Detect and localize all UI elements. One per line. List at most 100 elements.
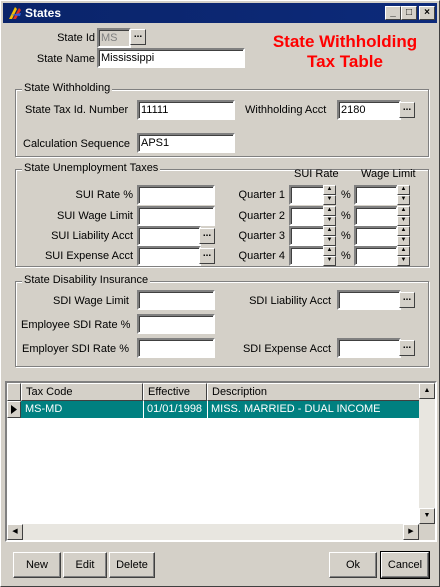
- spin-up-icon[interactable]: ▲: [397, 246, 410, 256]
- sdi-expense-acct-label: SDI Expense Acct: [242, 343, 331, 355]
- sdi-liability-acct-field[interactable]: [337, 290, 401, 310]
- sui-expense-acct-field[interactable]: [137, 246, 201, 266]
- state-unemployment-title: State Unemployment Taxes: [22, 162, 161, 174]
- maximize-button[interactable]: □: [401, 6, 417, 20]
- sui-wage-limit-label: SUI Wage Limit: [56, 210, 133, 222]
- sui-wage-limit-field[interactable]: [137, 206, 215, 226]
- quarter-3-rate-field[interactable]: [289, 226, 325, 246]
- row-pointer-icon: [11, 405, 17, 414]
- quarter-4-wage-limit-field[interactable]: [354, 246, 398, 266]
- sdi-liability-acct-label: SDI Liability Acct: [249, 295, 331, 307]
- withholding-acct-label: Withholding Acct: [245, 104, 327, 116]
- quarter-3-wage-spinner[interactable]: ▲ ▼: [397, 226, 410, 246]
- spin-up-icon[interactable]: ▲: [323, 185, 336, 195]
- spin-down-icon[interactable]: ▼: [397, 216, 410, 226]
- cancel-button[interactable]: Cancel: [380, 551, 430, 579]
- table-row[interactable]: MS-MD 01/01/1998 MISS. MARRIED - DUAL IN…: [21, 401, 425, 418]
- delete-button[interactable]: Delete: [109, 552, 155, 578]
- cell-effective: 01/01/1998: [147, 403, 203, 415]
- scroll-left-icon[interactable]: ◀: [7, 524, 23, 540]
- sui-liability-acct-field[interactable]: [137, 226, 201, 246]
- spin-down-icon[interactable]: ▼: [323, 195, 336, 205]
- quarter-3-wage-limit-field[interactable]: [354, 226, 398, 246]
- state-disability-title: State Disability Insurance: [22, 274, 151, 286]
- sui-expense-lookup-button[interactable]: ...: [199, 248, 215, 264]
- spin-down-icon[interactable]: ▼: [323, 236, 336, 246]
- maximize-icon: □: [405, 7, 413, 18]
- title-bar[interactable]: States _ □ ×: [3, 3, 437, 23]
- sdi-expense-lookup-button[interactable]: ...: [399, 340, 415, 356]
- employer-sdi-rate-field[interactable]: [137, 338, 215, 358]
- quarter-1-rate-field[interactable]: [289, 185, 325, 205]
- quarter-1-wage-limit-field[interactable]: [354, 185, 398, 205]
- state-tax-id-field[interactable]: 11111: [137, 100, 235, 120]
- quarter-1-pct: %: [341, 189, 351, 201]
- sdi-wage-limit-label: SDI Wage Limit: [52, 295, 129, 307]
- spin-down-icon[interactable]: ▼: [397, 195, 410, 205]
- ellipsis-icon: ...: [133, 29, 143, 40]
- quarter-2-wage-limit-field[interactable]: [354, 206, 398, 226]
- state-id-field[interactable]: MS: [97, 28, 131, 48]
- ellipsis-icon: ...: [402, 102, 412, 113]
- grid-horizontal-scrollbar[interactable]: ◀ ▶: [7, 524, 419, 540]
- scroll-right-icon[interactable]: ▶: [403, 524, 419, 540]
- sdi-expense-acct-field[interactable]: [337, 338, 401, 358]
- sdi-liability-lookup-button[interactable]: ...: [399, 292, 415, 308]
- quarter-4-rate-spinner[interactable]: ▲ ▼: [323, 246, 336, 266]
- scroll-down-icon[interactable]: ▼: [419, 508, 435, 524]
- state-id-lookup-button[interactable]: ...: [130, 29, 146, 45]
- quarter-4-wage-spinner[interactable]: ▲ ▼: [397, 246, 410, 266]
- new-button[interactable]: New: [13, 552, 61, 578]
- app-icon: [9, 7, 21, 19]
- employee-sdi-rate-field[interactable]: [137, 314, 215, 334]
- spin-up-icon[interactable]: ▲: [323, 226, 336, 236]
- state-tax-id-label: State Tax Id. Number: [25, 104, 129, 116]
- withholding-acct-lookup-button[interactable]: ...: [399, 102, 415, 118]
- minimize-button[interactable]: _: [385, 6, 401, 20]
- col-header-description[interactable]: Description: [207, 383, 425, 401]
- grid-vertical-scrollbar[interactable]: ▲ ▼: [419, 383, 435, 524]
- quarter-1-rate-spinner[interactable]: ▲ ▼: [323, 185, 336, 205]
- state-id-label: State Id: [57, 32, 95, 44]
- col-header-tax-code[interactable]: Tax Code: [21, 383, 143, 401]
- close-icon: ×: [424, 7, 430, 18]
- withholding-acct-field[interactable]: 2180: [337, 100, 401, 120]
- spin-up-icon[interactable]: ▲: [397, 206, 410, 216]
- col-header-effective[interactable]: Effective: [143, 383, 207, 401]
- quarter-1-wage-spinner[interactable]: ▲ ▼: [397, 185, 410, 205]
- sui-rate-field[interactable]: [137, 185, 215, 205]
- cell-description: MISS. MARRIED - DUAL INCOME: [211, 403, 381, 415]
- header-title-line2: Tax Table: [307, 52, 383, 71]
- edit-button[interactable]: Edit: [63, 552, 107, 578]
- ellipsis-icon: ...: [202, 248, 212, 259]
- tax-code-grid[interactable]: Tax Code Effective Description MS-MD 01/…: [5, 381, 437, 542]
- spin-up-icon[interactable]: ▲: [397, 185, 410, 195]
- quarter-3-rate-spinner[interactable]: ▲ ▼: [323, 226, 336, 246]
- employee-sdi-rate-label: Employee SDI Rate %: [21, 319, 131, 331]
- grid-divider: [143, 401, 144, 418]
- quarter-2-label: Quarter 2: [238, 210, 285, 222]
- ellipsis-icon: ...: [402, 292, 412, 303]
- quarter-2-rate-spinner[interactable]: ▲ ▼: [323, 206, 336, 226]
- calc-sequence-field[interactable]: APS1: [137, 133, 235, 153]
- spin-down-icon[interactable]: ▼: [323, 256, 336, 266]
- state-name-field[interactable]: Mississippi: [97, 48, 245, 68]
- spin-up-icon[interactable]: ▲: [397, 226, 410, 236]
- spin-down-icon[interactable]: ▼: [397, 236, 410, 246]
- spin-up-icon[interactable]: ▲: [323, 246, 336, 256]
- cell-tax-code: MS-MD: [25, 403, 63, 415]
- state-withholding-title: State Withholding: [22, 82, 113, 94]
- sdi-wage-limit-field[interactable]: [137, 290, 215, 310]
- quarter-2-wage-spinner[interactable]: ▲ ▼: [397, 206, 410, 226]
- sui-liability-acct-label: SUI Liability Acct: [51, 230, 133, 242]
- quarter-2-rate-field[interactable]: [289, 206, 325, 226]
- spin-down-icon[interactable]: ▼: [323, 216, 336, 226]
- close-button[interactable]: ×: [419, 6, 435, 20]
- ok-button[interactable]: Ok: [329, 552, 377, 578]
- scroll-up-icon[interactable]: ▲: [419, 383, 435, 399]
- spin-down-icon[interactable]: ▼: [397, 256, 410, 266]
- quarter-4-rate-field[interactable]: [289, 246, 325, 266]
- sui-liability-lookup-button[interactable]: ...: [199, 228, 215, 244]
- ellipsis-icon: ...: [202, 228, 212, 239]
- spin-up-icon[interactable]: ▲: [323, 206, 336, 216]
